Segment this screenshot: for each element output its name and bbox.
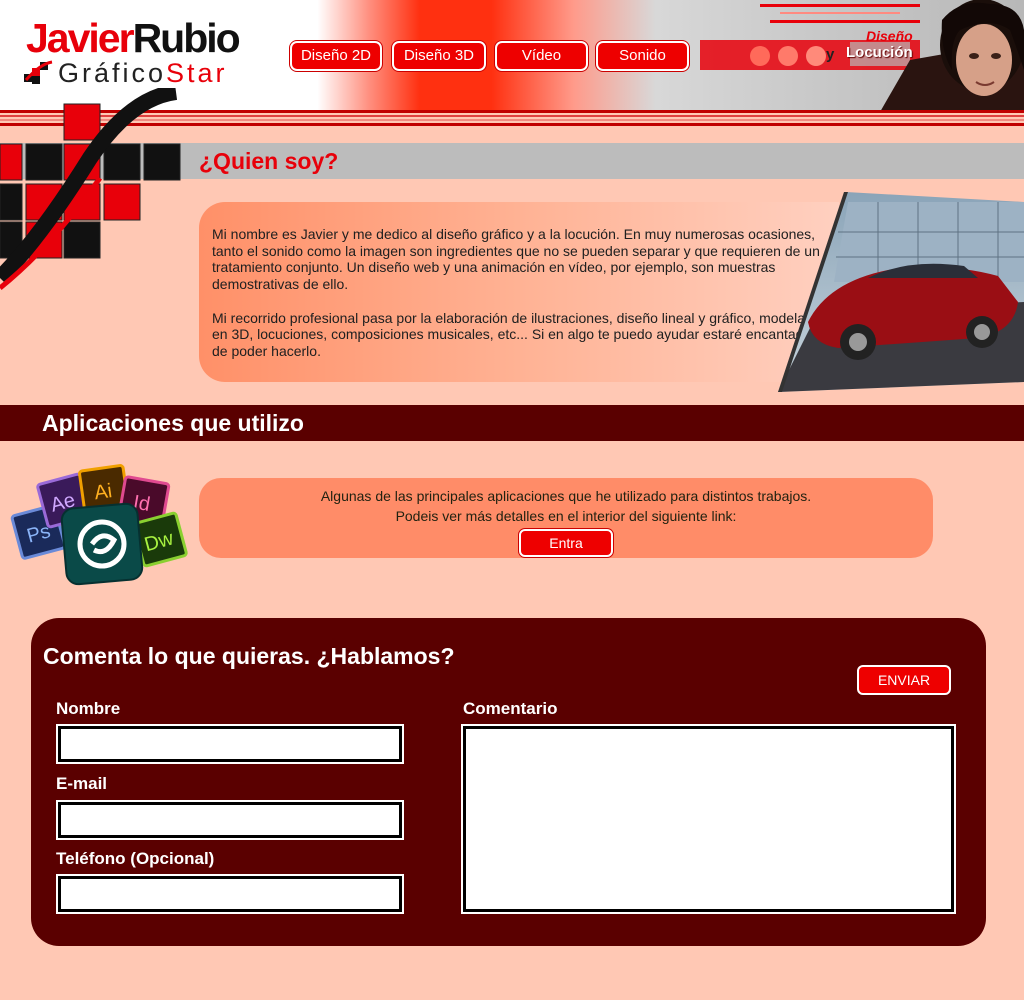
logo-name[interactable]: JavierRubio: [26, 15, 241, 61]
apps-title: Aplicaciones que utilizo: [42, 410, 304, 436]
logo-sub-grafico: Gráfico: [58, 58, 167, 88]
about-paragraph-2: Mi recorrido profesional pasa por la ela…: [212, 309, 821, 359]
email-label: E-mail: [56, 774, 108, 793]
about-title: ¿Quien soy?: [199, 148, 339, 174]
comment-textarea[interactable]: [461, 724, 956, 914]
illustrator-icon-label: Ai: [93, 480, 114, 504]
logo-subtitle: GráficoStar: [58, 60, 228, 87]
enviar-button[interactable]: ENVIAR: [857, 665, 951, 695]
apps-line-1: Algunas de las principales aplicaciones …: [320, 488, 812, 504]
logo-first-name: Javier: [26, 15, 135, 61]
about-paragraph-1: Mi nombre es Javier y me dedico al diseñ…: [212, 226, 820, 293]
slogan-y: y: [826, 46, 835, 63]
portrait-photo: [880, 0, 1024, 112]
phone-field[interactable]: [56, 874, 404, 914]
name-field[interactable]: [56, 724, 404, 764]
logo-pixel-mark-icon: [0, 88, 181, 290]
contact-form-panel: Comenta lo que quieras. ¿Hablamos? ENVIA…: [31, 618, 986, 946]
logo-last-name: Rubio: [132, 15, 241, 61]
contact-title: Comenta lo que quieras. ¿Hablamos?: [43, 643, 455, 669]
car-render-image: [778, 192, 1024, 392]
apps-line-2: Podeis ver más detalles en el interior d…: [395, 508, 737, 524]
about-text-box: Mi nombre es Javier y me dedico al diseñ…: [199, 202, 839, 382]
logo-sub-star: Star: [166, 58, 228, 88]
comment-label: Comentario: [463, 699, 558, 718]
nav-diseno-3d-button[interactable]: Diseño 3D: [392, 41, 486, 71]
nav-diseno-2d-button[interactable]: Diseño 2D: [290, 41, 382, 71]
nav-sonido-button[interactable]: Sonido: [596, 41, 689, 71]
email-field[interactable]: [56, 800, 404, 840]
nav-video-button[interactable]: Vídeo: [495, 41, 588, 71]
phone-label: Teléfono (Opcional): [56, 849, 215, 868]
entra-button[interactable]: Entra: [519, 529, 613, 557]
adobe-apps-icons: Ps Ae Ai Id Dw: [10, 464, 188, 586]
logo-pixel-icon: [24, 60, 53, 84]
name-label: Nombre: [56, 699, 121, 718]
apps-info-box: Algunas de las principales aplicaciones …: [199, 478, 933, 558]
